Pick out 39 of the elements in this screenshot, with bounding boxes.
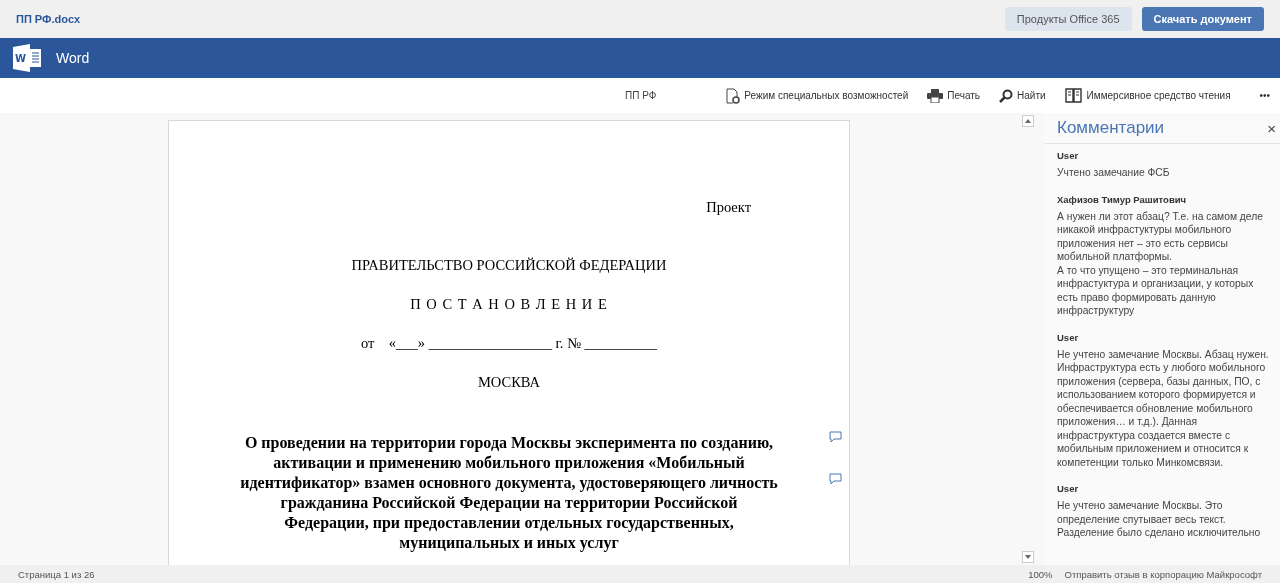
close-button[interactable]: × [1267,119,1276,137]
page-count: Страница 1 из 26 [18,568,96,580]
pane-title: Комментарии [1057,118,1166,138]
document-title: ПП РФ [625,90,657,101]
toolbar-button[interactable]: Режим специальных возможностей [726,87,909,104]
comment-author: Хафизов Тимур Рашитович [1057,193,1188,205]
printer-icon [927,88,944,103]
more-button[interactable]: ••• [1259,90,1270,101]
comment-text: А нужен ли этот абзац? Т.е. на самом деле никакой инфрастуктуры мобильного приложения нет – это есть сервисы мобильной платформы. А то что упущено – это терминальная инфрастуктура и организации, у которых есть право формировать данную инфраструктуру [1057,209,1264,318]
book-icon [1064,88,1083,103]
toolbar-button[interactable]: Печать [927,88,981,103]
scroll-down-button[interactable] [1022,551,1034,563]
comment-marker-icon[interactable] [829,431,842,443]
document-paragraph: Проект [705,199,752,216]
comment-author: User [1057,331,1080,343]
document-paragraph: МОСКВА [476,374,542,391]
comment-author: User [1057,483,1080,494]
document-gear-icon [726,87,741,104]
feedback-link[interactable]: Отправить отзыв в корпорацию Майкрософт [1064,568,1262,580]
download-button[interactable]: Скачать документ [1141,7,1264,31]
search-icon [999,88,1014,103]
up-arrow-icon [1025,119,1031,123]
zoom-level[interactable]: 100% [1028,568,1053,580]
comment-text: Не учтено замечание Москвы. Это определение спутывает весь текст. Разделение было сделано исключительно [1057,499,1262,540]
comment-marker-icon[interactable] [829,473,842,485]
app-title: Word [56,50,90,66]
document-paragraph: П О С Т А Н О В Л Е Н И Е [409,296,609,313]
toolbar-button[interactable]: Найти [999,88,1046,103]
comment-author: User [1057,150,1080,161]
file-name: ПП РФ.docx [16,13,82,25]
toolbar-button[interactable]: Иммерсивное средство чтения [1064,88,1231,103]
down-arrow-icon [1025,555,1031,559]
document-paragraph: от «___» _________________ г. № __________ [359,335,659,352]
document-paragraph: ПРАВИТЕЛЬСТВО РОССИЙСКОЙ ФЕДЕРАЦИИ [350,257,668,274]
comment-text: Учтено замечание ФСБ [1057,166,1171,180]
scroll-up-button[interactable] [1022,115,1034,127]
document-paragraph: О проведении на территории города Москвы эксперимента по созданию, активации и применению мобильного приложения «Мобильный идентификатор» взамен основного документа, удостоверяющего личность гражданина Российской Федерации на территории Российской Федерации, при предоставлении отдельных государственных, муниципальных и иных услуг [239,433,779,553]
products-button[interactable]: Продукты Office 365 [1004,7,1132,31]
comment-text: Не учтено замечание Москвы. Абзац нужен. Инфраструктура есть у любого мобильного приложения (сервера, базы данных, ПО, с использованием которого формируется и обеспечивается обновление мобильного приложения… и т.д.). Данная инфраструктура создается вместе с мобильным приложением и относится к компетенции только Минкомсвязи. [1057,347,1270,469]
